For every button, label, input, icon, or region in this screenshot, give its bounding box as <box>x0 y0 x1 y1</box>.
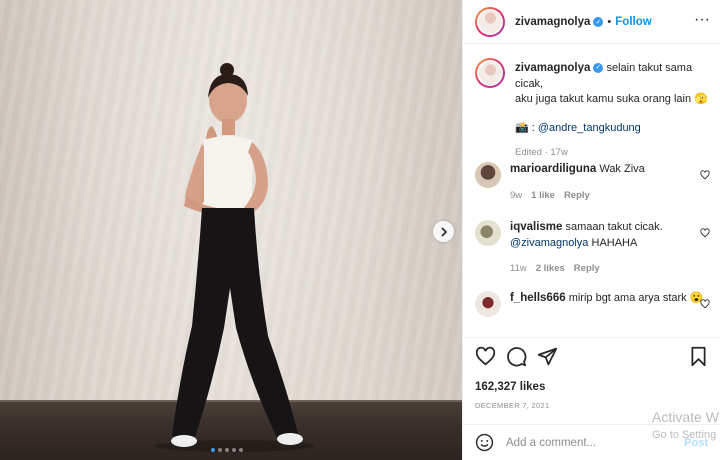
separator-dot: • <box>607 15 612 28</box>
comment-icon[interactable] <box>506 346 527 367</box>
photo-credit-link[interactable]: @andre_tangkudung <box>538 122 641 134</box>
comments-list[interactable]: zivamagnolya ✓ selain takut sama cicak, a… <box>463 44 720 338</box>
comment-username[interactable]: f_hells666 <box>510 292 566 304</box>
comment-text: HAHAHA <box>588 236 638 249</box>
post-side-panel: zivamagnolya ✓ • Follow ··· zivamagnolya… <box>462 0 720 460</box>
reply-button[interactable]: Reply <box>564 190 590 201</box>
comment-likes[interactable]: 2 likes <box>536 263 565 274</box>
comment-username[interactable]: marioardiliguna <box>510 163 596 175</box>
heart-icon[interactable] <box>700 299 710 309</box>
carousel-dot <box>232 448 236 452</box>
avatar[interactable] <box>475 162 501 188</box>
comment-item: marioardiliguna Wak Ziva 9w 1 like Reply <box>475 162 710 203</box>
verified-badge-icon: ✓ <box>593 63 604 74</box>
carousel-dot <box>225 448 229 452</box>
chevron-right-icon <box>440 226 447 237</box>
reply-button[interactable]: Reply <box>574 263 600 274</box>
avatar[interactable] <box>475 58 505 88</box>
comment-age: 11w <box>510 263 527 274</box>
comment-input[interactable] <box>506 436 676 449</box>
author-username[interactable]: zivamagnolya <box>515 16 590 28</box>
post-photo <box>0 0 462 460</box>
watermark-line: Go to Setting <box>652 429 717 441</box>
watermark-line: Activate W <box>652 409 719 425</box>
carousel-dot <box>218 448 222 452</box>
heart-icon[interactable] <box>475 346 496 367</box>
caption: zivamagnolya ✓ selain takut sama cicak, a… <box>475 58 710 161</box>
caption-line: aku juga takut kamu suka orang lain 🫣 <box>515 93 708 105</box>
carousel-dot <box>211 448 215 452</box>
post-header: zivamagnolya ✓ • Follow ··· <box>463 0 720 44</box>
comment-text: mirip bgt ama arya stark 😮 <box>568 292 704 304</box>
avatar[interactable] <box>475 291 501 317</box>
photo-credit-prefix: 📸 : <box>515 121 538 134</box>
avatar[interactable] <box>475 6 505 37</box>
person-figure <box>155 63 315 452</box>
avatar[interactable] <box>475 220 501 246</box>
heart-icon[interactable] <box>700 170 710 180</box>
comment-item: iqvalisme samaan takut cicak. @zivamagno… <box>475 220 710 277</box>
comment-item: f_hells666 mirip bgt ama arya stark 😮 <box>475 291 710 317</box>
carousel-dot <box>239 448 243 452</box>
verified-badge-icon: ✓ <box>593 16 604 27</box>
comment-text: Wak Ziva <box>599 163 645 175</box>
comment-mention[interactable]: @zivamagnolya <box>510 237 588 249</box>
comment-likes[interactable]: 1 like <box>531 190 555 201</box>
bookmark-icon[interactable] <box>689 346 708 367</box>
carousel-indicator <box>211 448 243 452</box>
emoji-icon[interactable] <box>475 433 494 452</box>
follow-button[interactable]: Follow <box>615 16 651 28</box>
caption-username[interactable]: zivamagnolya <box>515 62 590 74</box>
windows-activation-watermark: Activate W Go to Setting <box>652 409 719 441</box>
more-icon[interactable]: ··· <box>694 12 710 28</box>
comment-age: 9w <box>510 189 523 201</box>
edited-label: Edited · 17w <box>515 147 568 158</box>
like-count[interactable]: 162,327 likes <box>475 381 545 393</box>
share-icon[interactable] <box>537 346 558 367</box>
post-date: DECEMBER 7, 2021 <box>475 401 550 410</box>
post-actions <box>475 346 708 372</box>
comment-text: samaan takut cicak. <box>565 221 663 233</box>
heart-icon[interactable] <box>700 228 710 238</box>
comment-username[interactable]: iqvalisme <box>510 221 562 233</box>
carousel-next-button[interactable] <box>433 221 454 242</box>
